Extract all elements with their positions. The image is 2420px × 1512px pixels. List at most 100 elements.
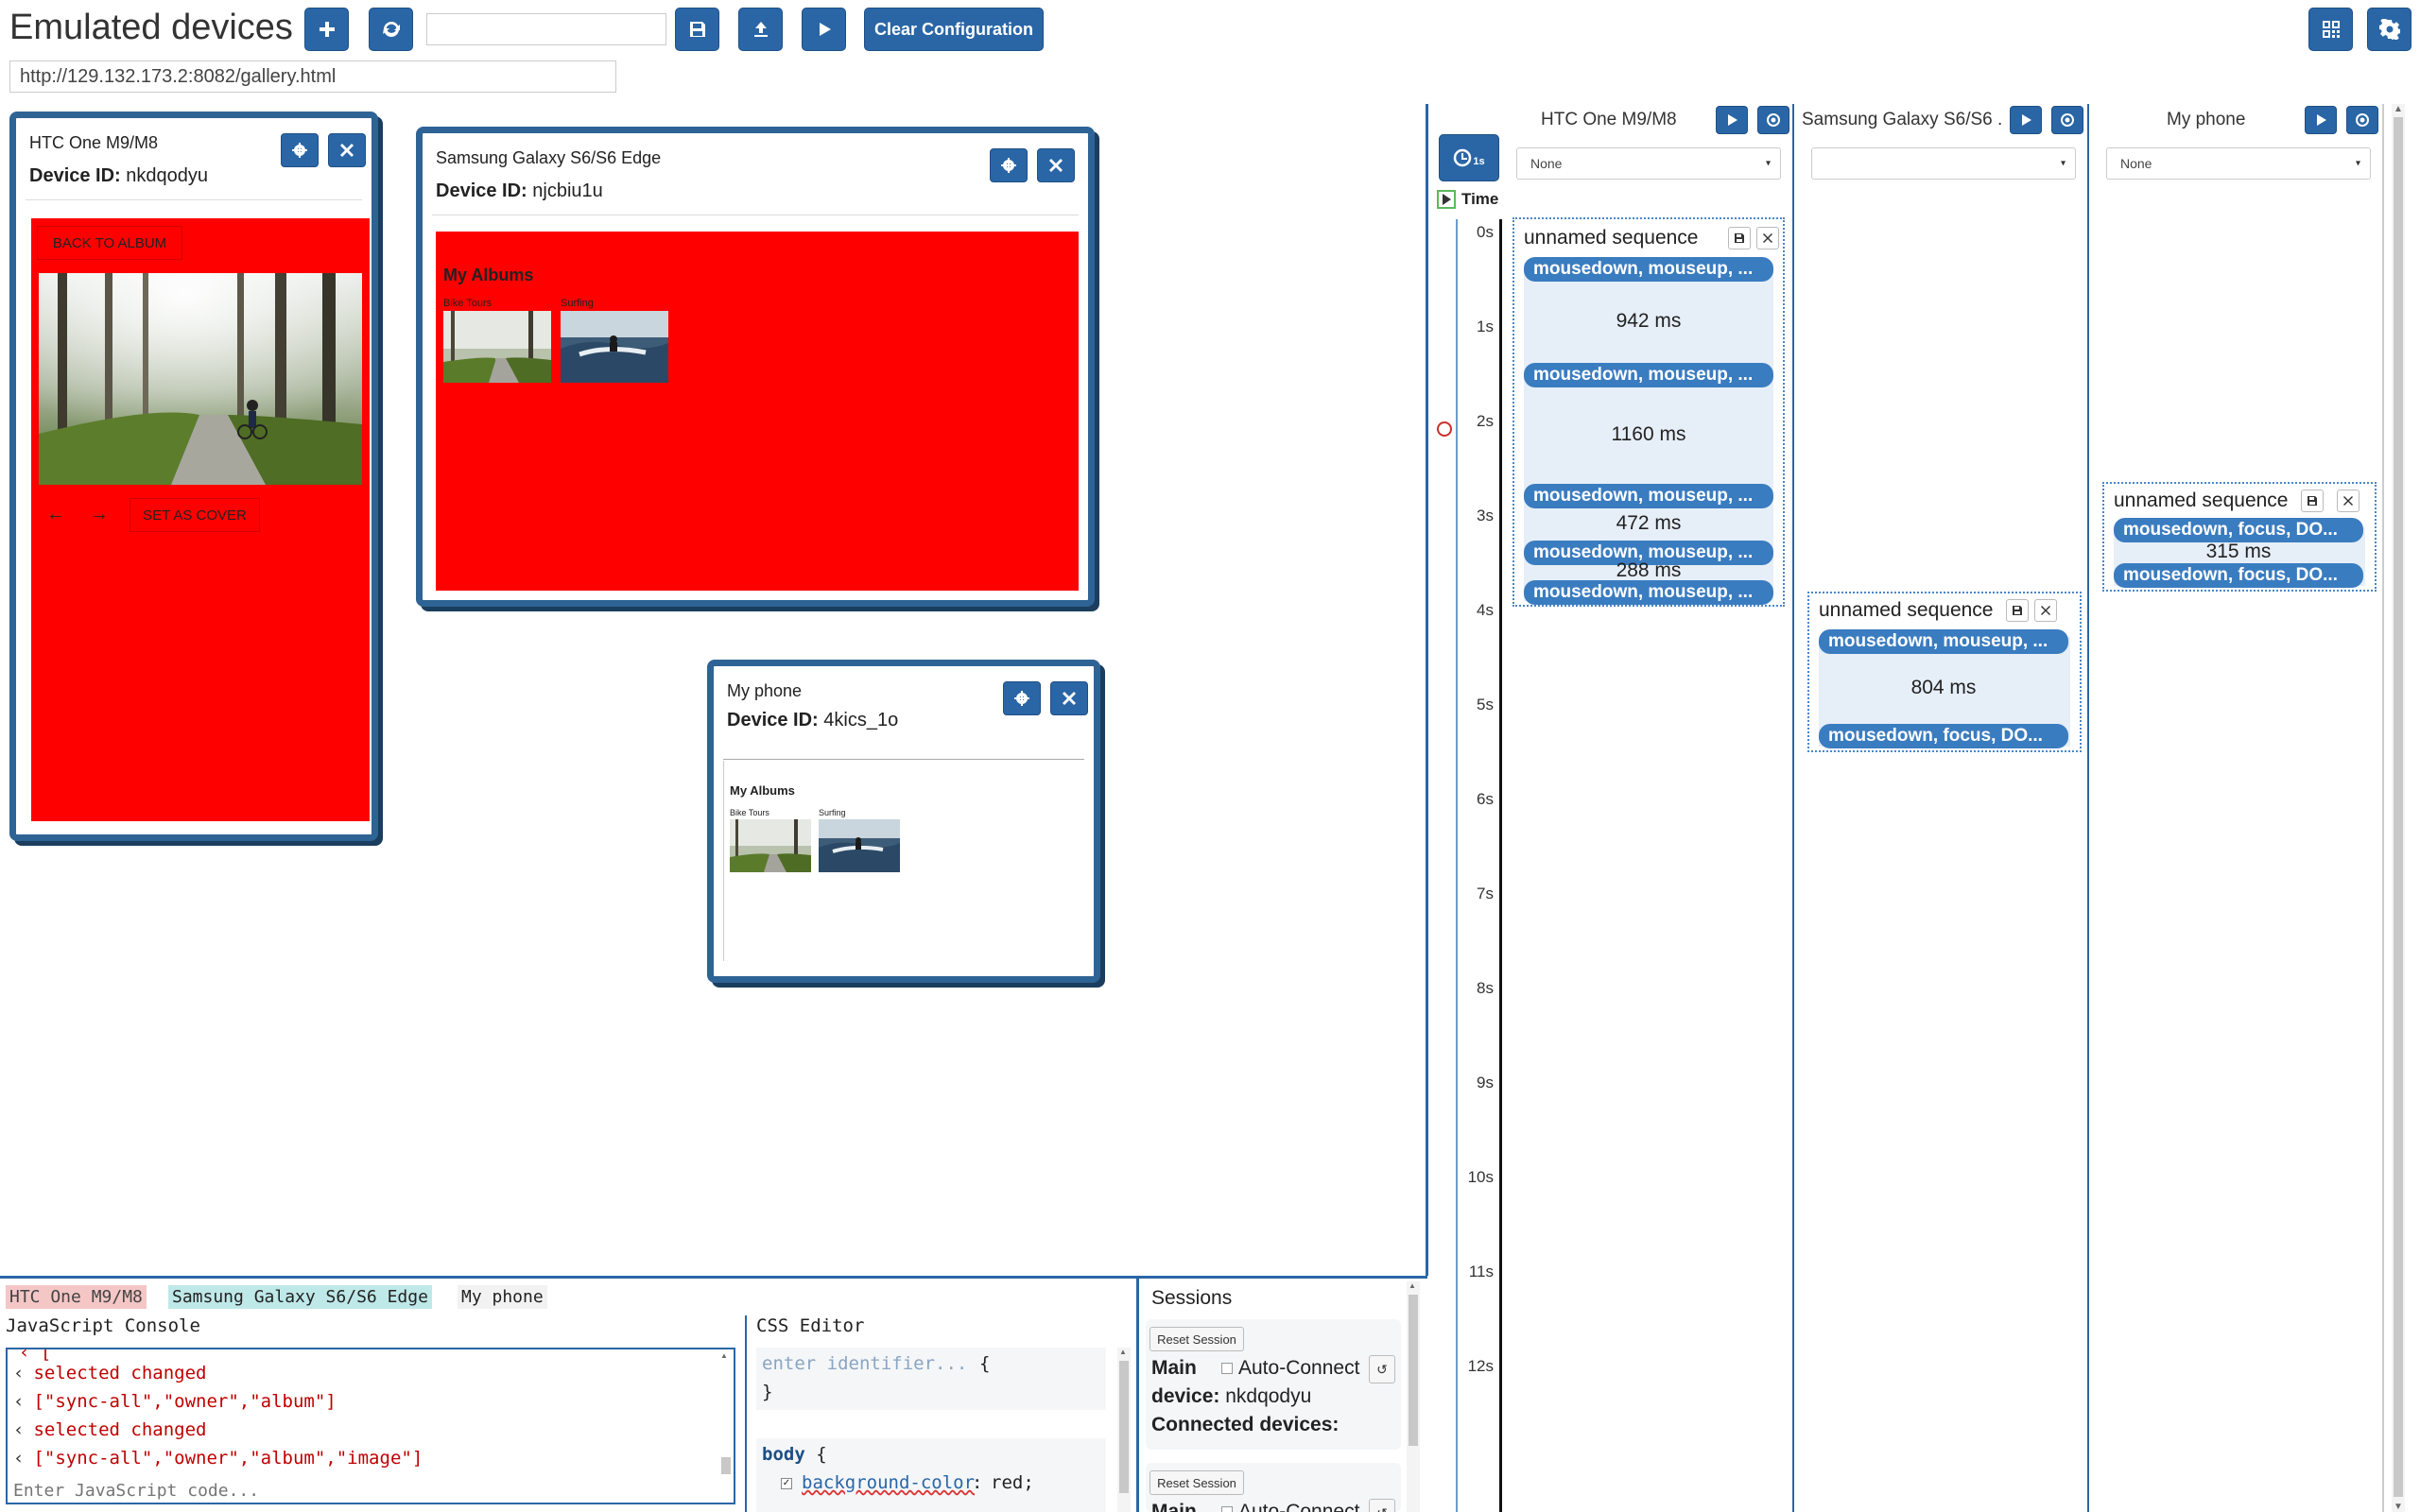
rule-value[interactable]: red;: [991, 1472, 1034, 1493]
device-settings-button[interactable]: [1003, 681, 1041, 715]
add-device-button[interactable]: [304, 8, 349, 51]
save-config-button[interactable]: [675, 8, 719, 51]
sequence-block-samsung[interactable]: unnamed sequence mousedown, mouseup, ...…: [1807, 592, 2082, 752]
identifier-placeholder[interactable]: enter identifier...: [762, 1353, 967, 1374]
timeline-scrollbar[interactable]: ▲ ▼: [2392, 104, 2405, 1512]
reset-session-button[interactable]: Reset Session: [1150, 1327, 1244, 1351]
next-arrow-icon[interactable]: →: [90, 504, 109, 525]
timeline-speed-button[interactable]: 1s: [1439, 134, 1499, 181]
sessions-scrollbar[interactable]: ▲: [1407, 1281, 1420, 1512]
css-rule-new[interactable]: enter identifier... { }: [756, 1348, 1106, 1410]
rule-property[interactable]: background-color: [802, 1472, 975, 1493]
reconnect-button[interactable]: ↺: [1369, 1499, 1395, 1512]
record-icon: [2061, 113, 2074, 127]
column-play-button[interactable]: [1716, 106, 1748, 134]
auto-connect-checkbox[interactable]: [1221, 1363, 1233, 1374]
event-pill[interactable]: mousedown, mouseup, ...: [1524, 257, 1773, 282]
device-id-value: njcbiu1u: [532, 180, 603, 201]
device-close-button[interactable]: [1037, 148, 1075, 182]
device-screen[interactable]: My Albums Bike Tours Surfing: [723, 761, 1088, 961]
sequence-block-htc[interactable]: unnamed sequence mousedown, mouseup, ...…: [1512, 217, 1785, 607]
scroll-up-arrow-icon[interactable]: ▲: [2394, 104, 2403, 114]
console-output[interactable]: ‹ [ ‹ selected changed ‹ ["sync-all","owne…: [6, 1348, 735, 1480]
save-icon[interactable]: [2006, 599, 2029, 622]
save-icon[interactable]: [1728, 227, 1751, 249]
device-settings-button[interactable]: [281, 133, 319, 167]
scroll-down-arrow-icon[interactable]: ▼: [2394, 1502, 2403, 1512]
device-tab-samsung[interactable]: Samsung Galaxy S6/S6 Edge: [168, 1285, 432, 1309]
url-input[interactable]: [9, 60, 616, 93]
device-tab-my-phone[interactable]: My phone: [458, 1285, 547, 1309]
album-thumb-bike[interactable]: [730, 819, 811, 872]
album-thumb-bike[interactable]: [443, 311, 551, 383]
back-to-album-button[interactable]: BACK TO ALBUM: [37, 226, 182, 260]
scrollbar-thumb[interactable]: [2394, 117, 2403, 1497]
settings-button[interactable]: [2367, 8, 2411, 51]
javascript-input[interactable]: [6, 1478, 735, 1504]
console-line: ‹ ["sync-all","owner","album","image"]: [13, 1448, 424, 1469]
event-pill[interactable]: mousedown, mouseup, ...: [1524, 484, 1773, 508]
device-frame-my-phone[interactable]: My phone Device ID: 4kics_1o My Albums B…: [707, 660, 1100, 983]
config-name-input[interactable]: [426, 13, 666, 45]
album-thumb-surfing[interactable]: [561, 311, 668, 383]
column-record-button[interactable]: [2346, 106, 2378, 134]
device-name: HTC One M9/M8: [29, 133, 159, 152]
device-frame-htc[interactable]: HTC One M9/M8 Device ID: nkdqodyu BACK T…: [9, 112, 378, 841]
scrollbar-thumb[interactable]: [1409, 1295, 1418, 1446]
refresh-button[interactable]: [369, 8, 413, 51]
timeline-divider[interactable]: [1426, 104, 1428, 1276]
device-tab-htc[interactable]: HTC One M9/M8: [6, 1285, 147, 1309]
column-record-button[interactable]: [1757, 106, 1789, 134]
device-frame-samsung[interactable]: Samsung Galaxy S6/S6 Edge Device ID: njc…: [416, 127, 1095, 607]
output-arrow-icon: ‹: [13, 1363, 25, 1383]
console-scrollbar[interactable]: ▲: [720, 1351, 732, 1476]
qr-code-button[interactable]: [2308, 8, 2353, 51]
clear-configuration-button[interactable]: Clear Configuration: [864, 8, 1044, 51]
reconnect-button[interactable]: ↺: [1369, 1355, 1395, 1383]
device-screen[interactable]: My Albums Bike Tours Surfing: [436, 232, 1079, 591]
column-title-my-phone: My phone: [2167, 110, 2246, 129]
scroll-up-arrow-icon[interactable]: ▲: [1407, 1281, 1420, 1290]
upload-button[interactable]: [738, 8, 783, 51]
reset-session-button[interactable]: Reset Session: [1150, 1470, 1244, 1495]
event-pill[interactable]: mousedown, mouseup, ...: [1819, 629, 2068, 654]
event-pill[interactable]: mousedown, focus, DO...: [1819, 724, 2068, 748]
session-main-label: Main: [1151, 1357, 1197, 1379]
column-play-button[interactable]: [2010, 106, 2042, 134]
playhead-marker[interactable]: [1437, 421, 1452, 437]
sequence-block-my-phone[interactable]: unnamed sequence mousedown, focus, DO...…: [2102, 482, 2377, 592]
scroll-up-arrow-icon[interactable]: ▲: [1117, 1348, 1131, 1356]
column-sequence-select[interactable]: ▾: [1811, 147, 2076, 180]
event-pill[interactable]: mousedown, mouseup, ...: [1524, 580, 1773, 605]
output-arrow-icon: ‹: [13, 1391, 25, 1412]
device-close-button[interactable]: [328, 133, 366, 167]
column-sequence-select[interactable]: None ▾: [2106, 147, 2371, 180]
close-icon[interactable]: [2337, 490, 2360, 512]
device-id-value: 4kics_1o: [823, 710, 899, 730]
play-button[interactable]: [802, 8, 846, 51]
close-brace: }: [762, 1382, 773, 1402]
auto-connect-checkbox[interactable]: [1221, 1506, 1233, 1512]
device-settings-button[interactable]: [990, 148, 1028, 182]
css-editor-scrollbar[interactable]: ▲: [1117, 1348, 1131, 1512]
event-pill[interactable]: mousedown, focus, DO...: [2114, 518, 2363, 542]
scrollbar-thumb[interactable]: [1119, 1361, 1129, 1493]
rule-checkbox[interactable]: ✓: [781, 1478, 792, 1489]
scroll-up-arrow-icon[interactable]: ▲: [720, 1351, 732, 1360]
device-screen[interactable]: BACK TO ALBUM ← → SET AS COVER: [31, 218, 370, 821]
previous-arrow-icon[interactable]: ←: [46, 504, 65, 525]
save-icon[interactable]: [2301, 490, 2324, 512]
column-sequence-select[interactable]: None ▾: [1516, 147, 1781, 180]
close-icon[interactable]: [2034, 599, 2057, 622]
event-pill[interactable]: mousedown, focus, DO...: [2114, 563, 2363, 588]
set-as-cover-button[interactable]: SET AS COVER: [130, 498, 260, 532]
device-close-button[interactable]: [1050, 681, 1088, 715]
column-play-button[interactable]: [2305, 106, 2337, 134]
scrollbar-thumb[interactable]: [721, 1457, 731, 1474]
album-thumb-surfing[interactable]: [819, 819, 900, 872]
column-record-button[interactable]: [2051, 106, 2083, 134]
event-pill[interactable]: mousedown, mouseup, ...: [1524, 363, 1773, 387]
css-rule-body[interactable]: body { ✓ background-color : red;: [756, 1438, 1106, 1512]
timeline-play-icon[interactable]: [1437, 190, 1456, 209]
close-icon[interactable]: [1756, 227, 1779, 249]
